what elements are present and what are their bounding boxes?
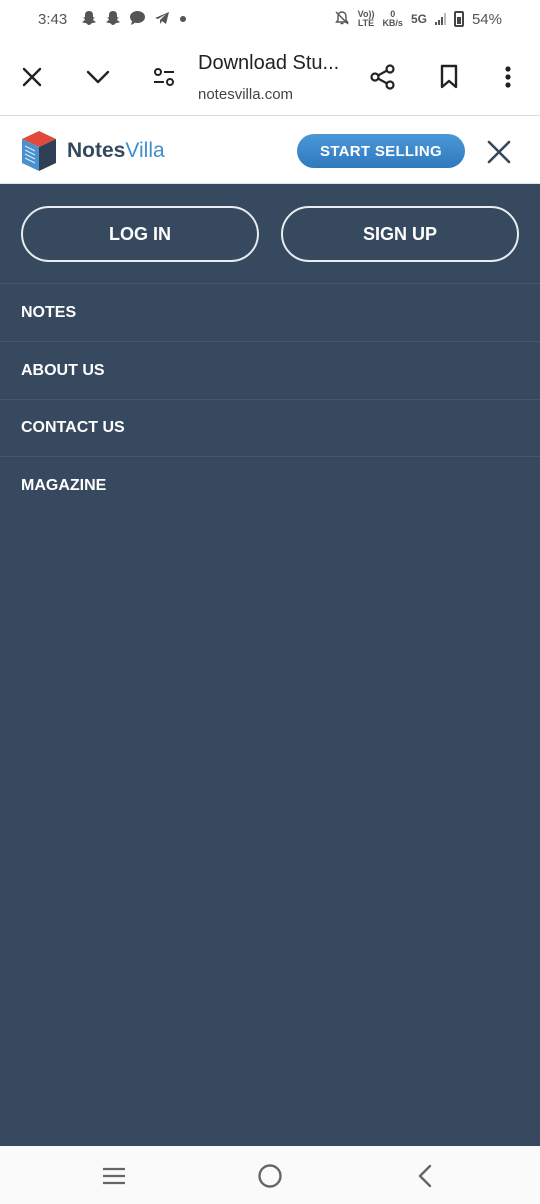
menu-item-notes[interactable]: NOTES [0,284,540,342]
close-icon[interactable] [12,38,52,116]
network-type: 5G [410,12,427,26]
status-time: 3:43 [38,10,68,28]
dot-icon [178,12,188,27]
status-bar: 3:43 Vo)) LTE 0 KB/s 5G 54% [0,0,540,38]
system-nav-bar [0,1146,540,1204]
back-icon[interactable] [409,1160,441,1192]
signup-button[interactable]: SIGN UP [281,206,519,262]
volte-indicator: Vo)) LTE [358,10,375,28]
menu-item-about-us[interactable]: ABOUT US [0,342,540,400]
more-vert-icon[interactable] [488,38,528,116]
volte-bottom: LTE [357,18,375,28]
mobile-menu-panel: LOG IN SIGN UP NOTES ABOUT US CONTACT US… [0,184,540,1146]
snapchat-icon [105,10,121,29]
page-title[interactable]: Download Stu... [198,52,339,75]
bookmark-icon[interactable] [429,38,469,116]
menu-item-magazine[interactable]: MAGAZINE [0,457,540,515]
brand-name[interactable]: NotesVilla [67,139,165,163]
site-header: NotesVilla START SELLING [0,117,540,184]
signal-icon [434,13,446,25]
page-url[interactable]: notesvilla.com [198,86,293,103]
brand-notes: Notes [67,139,126,162]
recent-apps-icon[interactable] [98,1160,130,1192]
brand-villa: Villa [125,139,165,162]
mute-bell-icon [334,10,350,29]
message-icon [129,10,146,29]
page-settings-icon[interactable] [144,38,184,116]
auth-buttons-row: LOG IN SIGN UP [0,184,540,284]
telegram-icon [154,11,170,28]
login-button[interactable]: LOG IN [21,206,259,262]
net-speed: 0 KB/s [382,10,403,28]
battery-icon [453,11,464,27]
notesvilla-logo-icon[interactable] [20,129,58,173]
close-menu-icon[interactable] [484,137,514,167]
status-left: 3:43 [38,10,188,29]
home-icon[interactable] [254,1160,286,1192]
share-icon[interactable] [363,38,403,116]
net-speed-unit: KB/s [382,18,403,28]
menu-item-contact-us[interactable]: CONTACT US [0,399,540,457]
battery-percent: 54% [471,10,502,28]
snapchat-icon [81,10,97,29]
chevron-down-icon[interactable] [78,38,118,116]
start-selling-button[interactable]: START SELLING [297,134,465,168]
browser-toolbar: Download Stu... notesvilla.com [0,38,540,116]
status-right: Vo)) LTE 0 KB/s 5G 54% [334,10,502,29]
